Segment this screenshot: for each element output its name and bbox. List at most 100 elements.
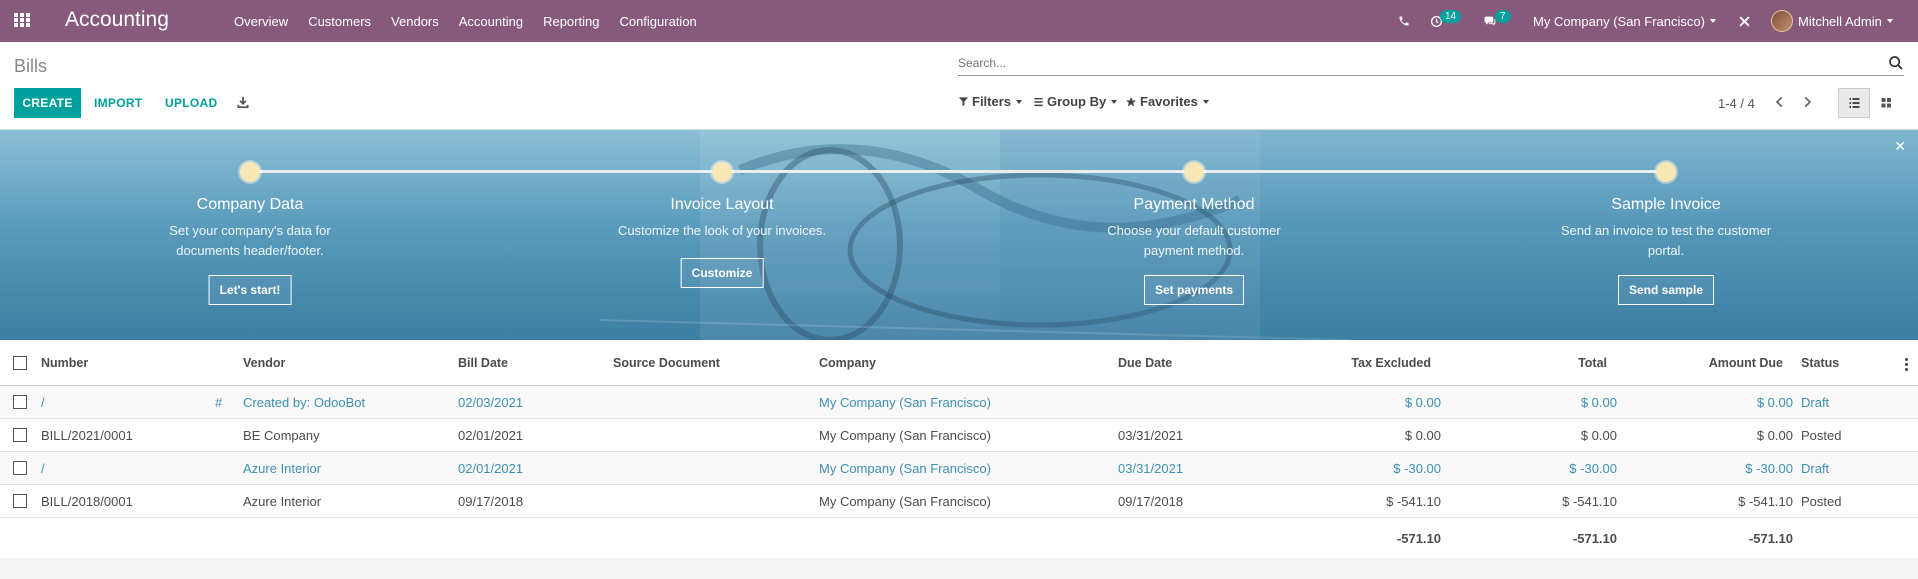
table-row[interactable]: / Azure Interior 02/01/2021 My Company (… [0,452,1918,485]
bills-table: Number Vendor Bill Date Source Document … [0,340,1918,558]
table-row[interactable]: BILL/2018/0001 Azure Interior 09/17/2018… [0,485,1918,518]
header-status[interactable]: Status [1801,340,1839,385]
filters-dropdown[interactable]: Filters [958,94,1023,109]
cell-amount-due: $ -541.10 [1738,493,1793,509]
phone-icon[interactable] [1398,0,1410,42]
groupby-label: Group By [1047,94,1107,109]
cell-vendor: Azure Interior [243,493,322,509]
favorites-dropdown[interactable]: Favorites [1125,94,1209,109]
send-sample-button[interactable]: Send sample [1617,275,1715,305]
close-icon[interactable]: ✕ [1894,138,1906,155]
chevron-left-icon[interactable] [1773,95,1787,109]
menu-item-customers[interactable]: Customers [308,14,371,29]
header-number[interactable]: Number [41,340,88,385]
chevron-down-icon [1016,99,1023,104]
cell-status: Posted [1801,493,1842,509]
cell-tax-excluded: $ 0.00 [1404,427,1441,443]
chevron-down-icon [1202,99,1209,104]
list-view-button[interactable] [1838,88,1870,118]
cell-company: My Company (San Francisco) [819,460,991,476]
lets-start-button[interactable]: Let's start! [208,275,292,305]
row-checkbox[interactable] [13,494,27,508]
table-header-row: Number Vendor Bill Date Source Document … [0,340,1918,386]
user-name: Mitchell Admin [1798,13,1882,29]
column-options-icon[interactable] [1905,358,1908,373]
cell-amount-due: $ -30.00 [1745,460,1793,476]
header-tax-excluded[interactable]: Tax Excluded [1280,340,1431,385]
upload-button[interactable]: UPLOAD [165,88,217,118]
menu-item-accounting[interactable]: Accounting [459,14,523,29]
table-row[interactable]: BILL/2021/0001 BE Company 02/01/2021 My … [0,419,1918,452]
header-company[interactable]: Company [819,340,876,385]
messages-badge: 7 [1495,10,1511,23]
messages-icon[interactable]: 7 [1483,0,1511,42]
user-menu[interactable]: Mitchell Admin [1771,0,1893,42]
cell-tax-excluded: $ -30.00 [1393,460,1441,476]
list-icon [1034,97,1043,106]
chevron-right-icon[interactable] [1800,95,1814,109]
cell-number: / [41,460,45,476]
control-panel: Bills CREATE IMPORT UPLOAD Filters Group… [0,42,1918,130]
pager-value[interactable]: 1-4 / 4 [1718,96,1755,111]
menu-item-configuration[interactable]: Configuration [619,14,696,29]
customize-button[interactable]: Customize [680,258,764,288]
import-button[interactable]: IMPORT [94,88,142,118]
row-checkbox[interactable] [13,395,27,409]
avatar [1771,10,1793,32]
row-checkbox[interactable] [13,428,27,442]
step-title: Payment Method [1133,196,1255,213]
cell-tax-excluded: $ -541.10 [1386,493,1441,509]
cell-number: / [41,394,45,410]
cell-bill-date: 02/01/2021 [458,427,524,443]
menu-item-vendors[interactable]: Vendors [391,14,439,29]
header-source-document[interactable]: Source Document [613,340,720,385]
row-checkbox[interactable] [13,461,27,475]
cell-bill-date: 09/17/2018 [458,493,524,509]
onboarding-banner: ✕ Company Data Set your company's data f… [0,130,1918,340]
cell-company: My Company (San Francisco) [819,394,991,410]
step-title: Sample Invoice [1611,196,1721,213]
cell-company: My Company (San Francisco) [819,493,991,509]
cell-tax-excluded: $ 0.00 [1404,394,1441,410]
cell-status: Draft [1801,394,1830,410]
step-description: Send an invoice to test the customer por… [1560,223,1772,258]
step-title: Company Data [196,196,304,213]
table-row[interactable]: / # Created by: OdooBot 02/03/2021 My Co… [0,386,1918,419]
chevron-down-icon [1886,19,1893,23]
set-payments-button[interactable]: Set payments [1143,275,1245,305]
app-title[interactable]: Accounting [65,8,169,32]
header-vendor[interactable]: Vendor [243,340,285,385]
cell-hash: # [215,394,223,410]
cell-total: $ -30.00 [1569,460,1617,476]
header-total[interactable]: Total [1460,340,1607,385]
cell-due-date: 03/31/2021 [1118,427,1184,443]
header-bill-date[interactable]: Bill Date [458,340,508,385]
groupby-dropdown[interactable]: Group By [1033,94,1118,109]
menu-item-overview[interactable]: Overview [234,14,288,29]
table-totals-row: -571.10 -571.10 -571.10 [0,518,1918,558]
debug-close-icon[interactable] [1738,0,1751,42]
create-button[interactable]: CREATE [14,88,81,118]
company-switcher[interactable]: My Company (San Francisco) [1533,0,1716,42]
kanban-view-button[interactable] [1870,88,1902,118]
search-input[interactable] [958,52,1858,74]
company-name: My Company (San Francisco) [1533,13,1705,29]
cell-due-date: 09/17/2018 [1118,493,1184,509]
search-icon[interactable] [1888,55,1904,71]
header-amount-due[interactable]: Amount Due [1640,340,1783,385]
cell-amount-due: $ 0.00 [1756,427,1793,443]
select-all-checkbox[interactable] [13,356,27,370]
cell-vendor: Azure Interior [243,460,322,476]
search-bar [958,52,1904,76]
chevron-down-icon [1111,99,1118,104]
cell-status: Draft [1801,460,1830,476]
cell-total: $ -541.10 [1562,493,1617,509]
menu-item-reporting[interactable]: Reporting [543,14,599,29]
header-due-date[interactable]: Due Date [1118,340,1172,385]
onboarding-progress-track [250,170,1665,173]
activity-clock-icon[interactable]: 14 [1430,0,1462,42]
apps-menu-icon[interactable] [14,13,31,28]
main-menu: Overview Customers Vendors Accounting Re… [234,0,717,42]
download-icon[interactable] [236,95,250,109]
cell-company: My Company (San Francisco) [819,427,991,443]
